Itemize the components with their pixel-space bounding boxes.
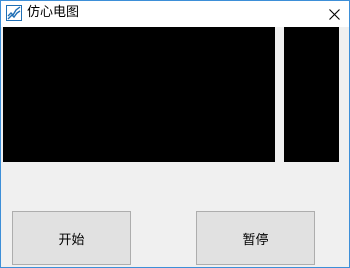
ecg-side-display — [284, 27, 339, 162]
close-icon — [328, 5, 340, 24]
start-button[interactable]: 开始 — [12, 211, 131, 265]
start-button-label: 开始 — [58, 232, 85, 248]
ecg-app-icon — [6, 5, 22, 21]
close-button[interactable] — [319, 1, 349, 27]
ecg-main-display — [3, 27, 275, 162]
app-window: 仿心电图 开始 暂停 — [0, 0, 350, 268]
pause-button[interactable]: 暂停 — [196, 211, 315, 265]
window-title: 仿心电图 — [27, 5, 80, 20]
title-bar[interactable]: 仿心电图 — [1, 1, 349, 27]
pause-button-label: 暂停 — [242, 232, 269, 248]
